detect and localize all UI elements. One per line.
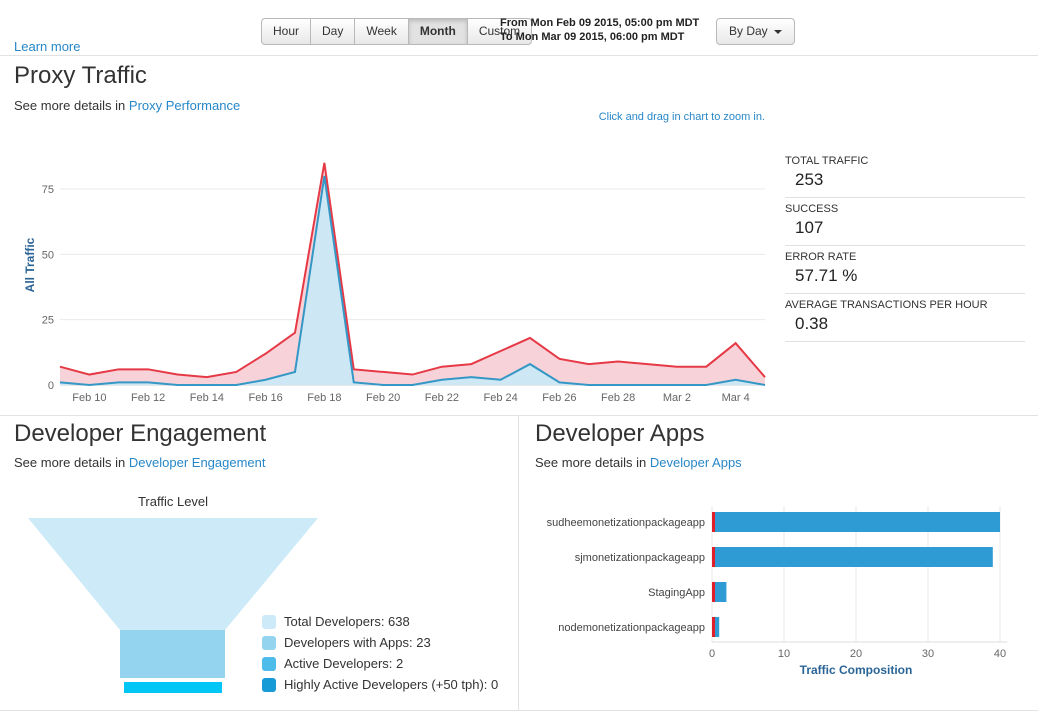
learn-more-link[interactable]: Learn more: [14, 39, 80, 54]
series-line-success: [59, 175, 766, 387]
funnel-segment-active-developers: [124, 682, 222, 693]
bar-error-marker: [712, 582, 715, 602]
bar: [715, 547, 993, 567]
x-tick-label: Feb 18: [307, 392, 341, 404]
series-area-success: [60, 175, 765, 385]
date-from: From Mon Feb 09 2015, 05:00 pm MDT: [500, 17, 700, 29]
y-tick-label: 50: [42, 249, 54, 261]
bar: [715, 582, 727, 602]
divider-top: [0, 55, 1038, 56]
developer-engagement-link[interactable]: Developer Engagement: [129, 455, 266, 470]
legend-label: Developers with Apps: 23: [284, 635, 431, 650]
date-range: From Mon Feb 09 2015, 05:00 pm MDT To Mo…: [500, 16, 699, 44]
bar: [715, 617, 720, 637]
y-tick-label: 0: [48, 380, 54, 392]
engagement-legend: Total Developers: 638 Developers with App…: [262, 611, 498, 695]
bar-error-marker: [712, 547, 715, 567]
x-tick-label: Feb 16: [249, 392, 283, 404]
x-tick-label: Feb 24: [484, 392, 518, 404]
x-tick-label: Mar 2: [663, 392, 691, 404]
caret-down-icon: [773, 30, 782, 34]
proxy-performance-link[interactable]: Proxy Performance: [129, 98, 240, 113]
stat-label: SUCCESS: [785, 203, 839, 215]
bar-label: sjmonetizationpackageapp: [575, 552, 705, 564]
bar-label: nodemonetizationpackageapp: [558, 622, 705, 634]
bar: [715, 512, 1000, 532]
bar-label: sudheemonetizationpackageapp: [547, 517, 705, 529]
y-tick-label: 25: [42, 315, 54, 327]
stat-value: 253: [795, 170, 824, 189]
series-area-all-traffic: [60, 162, 765, 385]
interval-dropdown-button[interactable]: By Day: [716, 18, 795, 45]
bar-error-marker: [712, 617, 715, 637]
proxy-traffic-title: Proxy Traffic: [14, 62, 147, 89]
date-to: To Mon Mar 09 2015, 06:00 pm MDT: [500, 31, 685, 43]
legend-swatch-icon: [262, 677, 276, 692]
stat-label: ERROR RATE: [785, 251, 857, 263]
bar-label: StagingApp: [648, 587, 705, 599]
proxy-details: See more details in Proxy Performance: [14, 98, 240, 113]
range-button-month[interactable]: Month: [407, 18, 467, 45]
funnel-title: Traffic Level: [137, 494, 209, 509]
developer-apps-title: Developer Apps: [535, 420, 705, 447]
range-button-day[interactable]: Day: [310, 18, 355, 45]
traffic-stats-panel: TOTAL TRAFFIC 253 SUCCESS 107 ERROR RATE 57.7…: [785, 150, 1025, 342]
engagement-details-prefix: See more details in: [14, 455, 126, 470]
legend-label: Total Developers: 638: [284, 614, 410, 629]
stat-row: AVERAGE TRANSACTIONS PER HOUR 0.38: [785, 294, 1025, 342]
x-tick-label: Feb 12: [131, 392, 165, 404]
y-tick-label: 75: [42, 184, 54, 196]
x-tick-label: Feb 20: [366, 392, 400, 404]
stat-label: AVERAGE TRANSACTIONS PER HOUR: [785, 299, 988, 311]
zoom-hint: Click and drag in chart to zoom in.: [598, 111, 765, 123]
x-tick-label: 0: [709, 648, 715, 660]
apps-details: See more details in Developer Apps: [535, 455, 742, 470]
x-tick-label: Feb 10: [72, 392, 106, 404]
legend-swatch-icon: [262, 656, 276, 671]
divider-vertical: [518, 416, 519, 710]
legend-label: Highly Active Developers (+50 tph): 0: [284, 677, 499, 692]
legend-swatch-icon: [262, 614, 276, 629]
x-tick-label: Feb 14: [190, 392, 224, 404]
engagement-details: See more details in Developer Engagement: [14, 455, 266, 470]
interval-label: By Day: [729, 24, 768, 38]
x-tick-label: Feb 22: [425, 392, 459, 404]
stat-row: SUCCESS 107: [785, 198, 1025, 246]
stat-row: ERROR RATE 57.71 %: [785, 246, 1025, 294]
range-button-group: Hour Day Week Month Custom: [261, 18, 533, 45]
analytics-dashboard: Learn more Hour Day Week Month Custom From M…: [0, 0, 1038, 717]
funnel-segment-developers-with-apps: [120, 630, 225, 678]
range-button-week[interactable]: Week: [354, 18, 408, 45]
stat-row: TOTAL TRAFFIC 253: [785, 150, 1025, 198]
x-tick-label: 30: [922, 648, 934, 660]
developer-apps-chart: 0 10 20 30 40 sudheemonetizationpackageapp sjm…: [547, 506, 1008, 677]
stat-value: 57.71 %: [795, 266, 858, 285]
developer-apps-link[interactable]: Developer Apps: [650, 455, 742, 470]
stat-value: 107: [795, 218, 824, 237]
legend-item: Highly Active Developers (+50 tph): 0: [262, 674, 498, 695]
x-tick-label: Feb 26: [542, 392, 576, 404]
x-tick-label: 20: [850, 648, 862, 660]
x-tick-label: Mar 4: [722, 392, 750, 404]
divider-bottom: [0, 710, 1038, 711]
x-tick-label: Feb 28: [601, 392, 635, 404]
legend-swatch-icon: [262, 635, 276, 650]
series-line-all-traffic: [59, 162, 766, 379]
legend-item: Total Developers: 638: [262, 611, 498, 632]
stat-value: 0.38: [795, 314, 829, 333]
legend-item: Developers with Apps: 23: [262, 632, 498, 653]
legend-item: Active Developers: 2: [262, 653, 498, 674]
apps-details-prefix: See more details in: [535, 455, 647, 470]
x-tick-label: 40: [994, 648, 1006, 660]
proxy-details-prefix: See more details in: [14, 98, 126, 113]
x-axis-title: Traffic Composition: [800, 663, 913, 677]
bar-error-marker: [712, 512, 715, 532]
range-button-hour[interactable]: Hour: [261, 18, 311, 45]
divider-middle: [0, 415, 1038, 416]
stat-label: TOTAL TRAFFIC: [785, 155, 869, 167]
legend-label: Active Developers: 2: [284, 656, 404, 671]
developer-engagement-title: Developer Engagement: [14, 420, 267, 447]
proxy-traffic-chart[interactable]: 0 25 50 75 Feb 10 Feb 12 Feb 14 Feb 16 Feb 18 Feb…: [30, 145, 770, 407]
x-tick-label: 10: [778, 648, 790, 660]
